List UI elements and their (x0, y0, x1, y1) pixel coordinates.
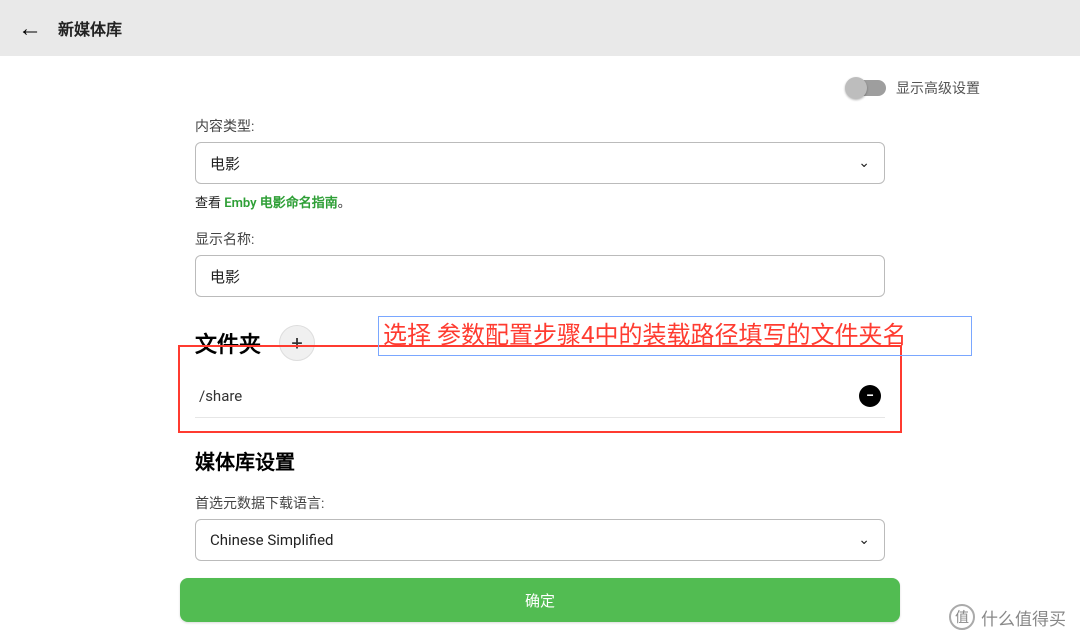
add-folder-button[interactable]: + (279, 325, 315, 361)
help-prefix: 查看 (195, 196, 224, 211)
folder-path: /share (199, 387, 242, 405)
help-suffix: 。 (338, 196, 351, 211)
content-type-value: 电影 (210, 153, 240, 174)
advanced-toggle-row: 显示高级设置 (195, 78, 980, 98)
content-type-select[interactable]: 电影 ⌄ (195, 142, 885, 184)
header-bar: ← 新媒体库 (0, 0, 1080, 56)
back-arrow-icon[interactable]: ← (18, 14, 42, 43)
folders-title: 文件夹 (195, 327, 261, 359)
naming-guide-link[interactable]: Emby 电影命名指南 (224, 196, 338, 211)
content-area: 显示高级设置 内容类型: 电影 ⌄ 查看 Emby 电影命名指南。 显示名称: … (0, 78, 1080, 561)
metadata-lang-label: 首选元数据下载语言: (195, 493, 885, 513)
confirm-button-label: 确定 (525, 590, 555, 611)
display-name-label: 显示名称: (195, 229, 885, 249)
metadata-lang-select[interactable]: Chinese Simplified ⌄ (195, 519, 885, 561)
naming-guide-help: 查看 Emby 电影命名指南。 (195, 192, 885, 211)
chevron-down-icon: ⌄ (858, 155, 870, 171)
content-type-label: 内容类型: (195, 116, 885, 136)
watermark: 值 什么值得买 (949, 604, 1066, 630)
confirm-bar: 确定 (0, 578, 1080, 622)
watermark-text: 什么值得买 (981, 605, 1066, 630)
advanced-toggle[interactable] (848, 80, 886, 96)
media-settings-title: 媒体库设置 (195, 446, 867, 475)
advanced-toggle-label: 显示高级设置 (896, 78, 980, 98)
confirm-button[interactable]: 确定 (180, 578, 900, 622)
folder-row[interactable]: /share − (195, 375, 885, 418)
watermark-badge-icon: 值 (949, 604, 975, 630)
display-name-value: 电影 (210, 266, 240, 287)
folders-header: 文件夹 + (195, 325, 885, 361)
metadata-lang-value: Chinese Simplified (210, 531, 333, 549)
remove-folder-button[interactable]: − (859, 385, 881, 407)
display-name-input[interactable]: 电影 (195, 255, 885, 297)
chevron-down-icon: ⌄ (858, 532, 870, 548)
page-title: 新媒体库 (58, 16, 122, 40)
